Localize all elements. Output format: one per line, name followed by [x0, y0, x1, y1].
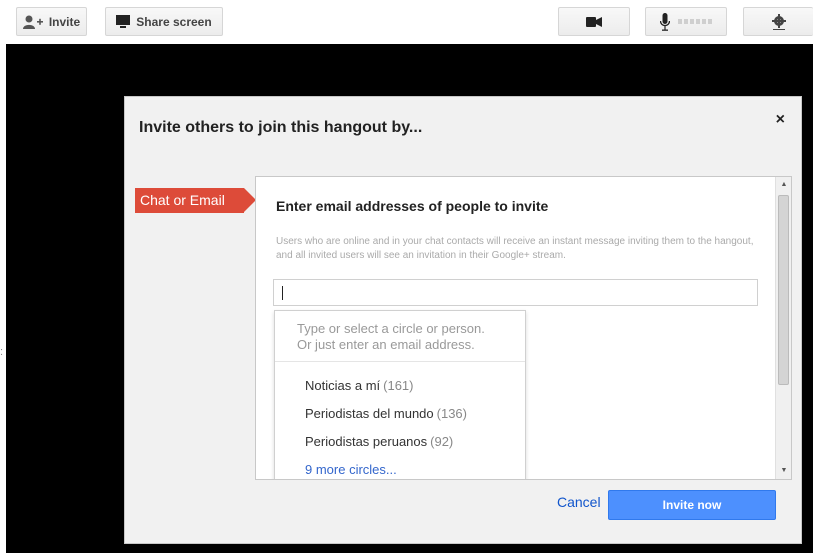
circle-count: (92) [430, 434, 454, 449]
dialog-title: Invite others to join this hangout by... [139, 119, 423, 136]
circle-name: Periodistas peruanos [305, 434, 428, 449]
dropdown-hint: Type or select a circle or person. Or ju… [275, 311, 525, 362]
person-add-icon [22, 15, 43, 29]
circle-list: Noticias a mí (161) Periodistas del mundo… [275, 362, 525, 479]
mic-level-meter [678, 19, 712, 24]
scroll-down-arrow-icon[interactable]: ▼ [776, 463, 791, 479]
more-circles-link[interactable]: 9 more circles... [305, 462, 397, 477]
circle-name: Periodistas del mundo [305, 406, 434, 421]
gear-icon [771, 13, 786, 30]
invite-panel: Enter email addresses of people to invit… [255, 176, 792, 480]
video-camera-icon [586, 16, 602, 27]
tab-chat-or-email[interactable]: Chat or Email [135, 188, 256, 213]
invite-now-button[interactable]: Invite now [608, 490, 776, 520]
dropdown-hint-line2: Or just enter an email address. [297, 337, 475, 352]
invite-dialog: Invite others to join this hangout by...… [124, 96, 802, 544]
microphone-icon [660, 12, 670, 31]
invite-button[interactable]: Invite [16, 7, 87, 36]
panel-scrollbar[interactable]: ▲ ▼ [775, 177, 791, 479]
hangout-toolbar: Invite Share screen [0, 0, 813, 44]
microphone-toggle-button[interactable] [645, 7, 727, 36]
circle-item[interactable]: Noticias a mí (161) [275, 372, 525, 400]
settings-button[interactable] [743, 7, 813, 36]
circle-item[interactable]: Periodistas del mundo (136) [275, 400, 525, 428]
camera-toggle-button[interactable] [558, 7, 630, 36]
dropdown-hint-line1: Type or select a circle or person. [297, 321, 485, 336]
scroll-thumb[interactable] [778, 195, 789, 385]
circle-count: (136) [436, 406, 467, 421]
panel-description: Users who are online and in your chat co… [276, 236, 754, 261]
circle-count: (161) [383, 378, 414, 393]
email-input[interactable] [273, 279, 758, 306]
scroll-up-arrow-icon[interactable]: ▲ [776, 177, 791, 193]
cancel-button[interactable]: Cancel [557, 494, 601, 510]
invite-button-label: Invite [48, 14, 81, 29]
close-icon[interactable]: × [776, 111, 785, 129]
circle-suggestions-dropdown: Type or select a circle or person. Or ju… [274, 310, 526, 479]
text-caret [282, 286, 283, 300]
share-screen-label: Share screen [136, 14, 212, 29]
monitor-icon [116, 15, 131, 28]
edge-artifact: : [0, 346, 4, 358]
panel-heading: Enter email addresses of people to invit… [276, 198, 549, 214]
share-screen-button[interactable]: Share screen [105, 7, 223, 36]
more-circles-item[interactable]: 9 more circles... [275, 456, 525, 479]
circle-name: Noticias a mí [305, 378, 381, 393]
circle-item[interactable]: Periodistas peruanos (92) [275, 428, 525, 456]
